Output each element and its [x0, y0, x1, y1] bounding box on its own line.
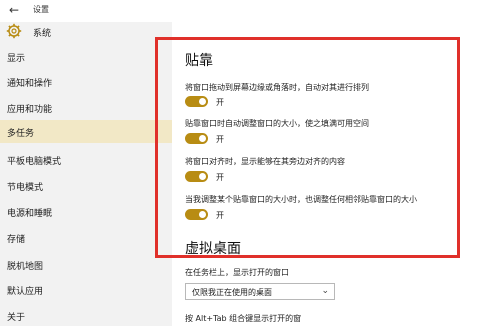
toggle-knob: [199, 173, 206, 180]
toggle-state-label: 开: [216, 135, 224, 144]
sidebar-item-label: 电源和睡眠: [7, 209, 53, 219]
snap-setting-desc: 将窗口对齐时，显示能够在其旁边对齐的内容: [185, 157, 345, 166]
title-bar: ← 设置: [0, 0, 501, 22]
toggle-knob: [199, 211, 206, 218]
snap-toggle[interactable]: [185, 133, 208, 144]
sidebar-item-label: 默认应用: [7, 287, 44, 297]
back-arrow-icon[interactable]: ←: [7, 3, 21, 17]
snap-heading: 贴靠: [185, 53, 213, 69]
sidebar-item-multitasking[interactable]: 多任务: [0, 120, 172, 143]
sidebar-item-label: 脱机地图: [7, 262, 44, 272]
window-title: 设置: [33, 5, 49, 14]
sidebar-item-label: 多任务: [7, 129, 35, 139]
sidebar-item-label: 存储: [7, 235, 26, 245]
sidebar-item-label: 显示: [7, 54, 26, 64]
sidebar-item-notifications[interactable]: 通知和操作: [0, 70, 172, 93]
dropdown-value: 仅限我正在使用的桌面: [192, 288, 272, 297]
sidebar-item-power-sleep[interactable]: 电源和睡眠: [0, 200, 172, 223]
sidebar-item-about[interactable]: 关于: [0, 304, 172, 327]
snap-setting-desc: 当我调整某个贴靠窗口的大小时，也调整任何相邻贴靠窗口的大小: [185, 195, 417, 204]
virtual-desktops-heading: 虚拟桌面: [185, 241, 241, 257]
toggle-knob: [199, 135, 206, 142]
sidebar-item-default-apps[interactable]: 默认应用: [0, 278, 172, 301]
sidebar-item-apps[interactable]: 应用和功能: [0, 96, 172, 119]
snap-toggle[interactable]: [185, 171, 208, 182]
alt-tab-label: 按 Alt+Tab 组合键显示打开的窗: [185, 314, 302, 323]
snap-toggle[interactable]: [185, 96, 208, 107]
sidebar-item-label: 关于: [7, 313, 26, 323]
sidebar-item-label: 平板电脑模式: [7, 157, 62, 167]
sidebar-item-display[interactable]: 显示: [0, 45, 172, 68]
sidebar-item-label: 应用和功能: [7, 105, 53, 115]
sidebar-item-label: 通知和操作: [7, 79, 53, 89]
sidebar: 系统 显示 通知和操作 应用和功能 多任务 平板电脑模式 节电模式 电源和睡眠 …: [0, 22, 172, 326]
snap-setting-desc: 将窗口拖动到屏幕边缘或角落时，自动对其进行排列: [185, 83, 369, 92]
chevron-down-icon: ⌄: [321, 286, 329, 296]
sidebar-item-storage[interactable]: 存储: [0, 226, 172, 249]
snap-setting-desc: 贴靠窗口时自动调整窗口的大小，使之填满可用空间: [185, 119, 369, 128]
taskbar-windows-dropdown[interactable]: 仅限我正在使用的桌面 ⌄: [185, 283, 335, 300]
gear-icon: [6, 23, 22, 39]
taskbar-windows-label: 在任务栏上，显示打开的窗口: [185, 268, 289, 277]
toggle-state-label: 开: [216, 173, 224, 182]
snap-toggle[interactable]: [185, 209, 208, 220]
system-label: 系统: [33, 29, 52, 39]
toggle-state-label: 开: [216, 211, 224, 220]
sidebar-item-battery-saver[interactable]: 节电模式: [0, 174, 172, 197]
sidebar-item-tablet-mode[interactable]: 平板电脑模式: [0, 148, 172, 171]
sidebar-item-label: 节电模式: [7, 183, 44, 193]
sidebar-item-offline-maps[interactable]: 脱机地图: [0, 253, 172, 276]
toggle-state-label: 开: [216, 98, 224, 107]
toggle-knob: [199, 98, 206, 105]
